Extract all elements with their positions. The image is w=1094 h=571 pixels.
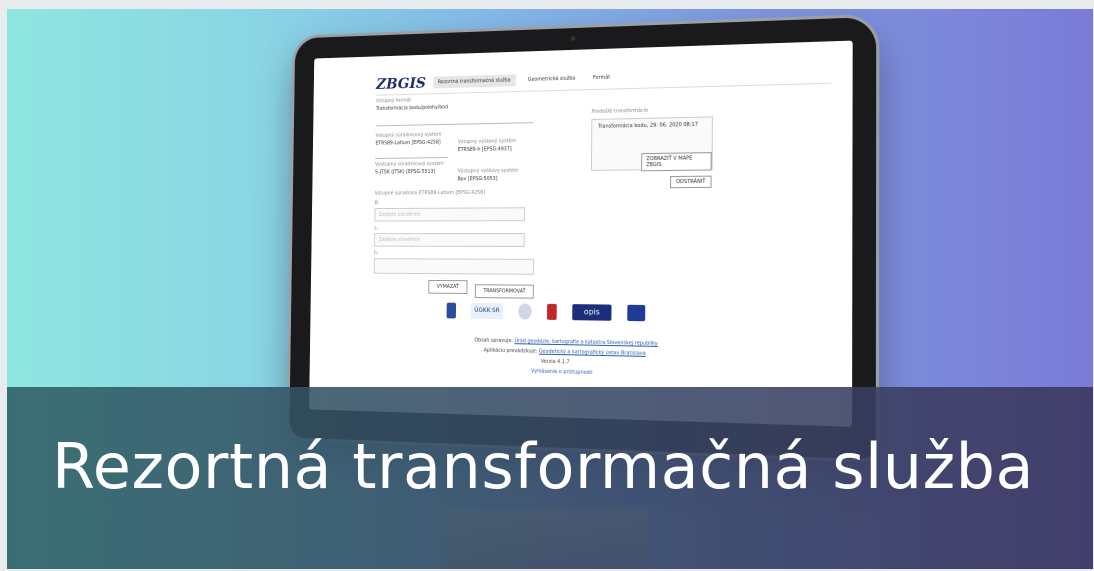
coord-l-input[interactable]: Zadajte súradnice <box>374 233 525 247</box>
type-label: Vstupný formát <box>375 97 412 105</box>
output-system-label: Výstupný súradnicový systém <box>375 160 444 168</box>
type-select[interactable] <box>375 110 534 127</box>
ugkk-link[interactable]: Úrad geodézie, kartografie a katastra Sl… <box>514 338 657 347</box>
monitor-screen: ZBGIS Rezortná transformačná služba Geom… <box>309 40 853 427</box>
coord-l-label: L: <box>374 225 379 232</box>
caption-title: Rezortná transformačná služba <box>52 430 1034 503</box>
coord-b-label: B: <box>374 200 380 207</box>
clear-button[interactable]: VYMAZAŤ <box>428 279 468 294</box>
ministry-logo <box>546 303 557 320</box>
tab-transformation[interactable]: Rezortná transformačná služba <box>433 74 516 89</box>
type-value[interactable]: Transformácia bodu/polohy/bod <box>376 104 448 111</box>
coords-label: Vstupné súradnice ETRS89-Latlum [EPSG:42… <box>374 189 486 197</box>
eu-flag-icon <box>627 304 646 322</box>
coord-b-input[interactable]: Zadajte súradnice <box>374 207 526 222</box>
sk-coat-of-arms-icon <box>446 302 457 319</box>
input-height-label: Vstupný výškový systém <box>457 138 517 146</box>
footer-privacy-link[interactable]: Vyhlásenie o prístupnosti <box>531 368 592 376</box>
partner-logos: ÚGKK SR opis <box>446 302 646 322</box>
result-card: Transformácia bodu, 29. 06. 2020 08:17 Z… <box>590 116 713 172</box>
delete-button[interactable]: ODSTRÁNIŤ <box>670 175 712 189</box>
tab-format[interactable]: Formát <box>588 71 615 84</box>
tab-geometric[interactable]: Geometrická služba <box>523 72 580 85</box>
gku-link[interactable]: Geodetický a kartografický ústav Bratisl… <box>539 349 646 357</box>
result-title: Transformácia bodu, 29. 06. 2020 08:17 <box>598 121 698 130</box>
footer-line-1: Obsah spravuje: Úrad geodézie, kartograf… <box>474 337 658 347</box>
coord-h-input[interactable] <box>373 258 535 275</box>
input-system-label: Vstupný súradnicový systém <box>375 131 442 139</box>
zoom-map-button[interactable]: ZOBRAZIŤ V MAPE ZBGIS <box>641 152 712 172</box>
seal-logo <box>518 303 532 320</box>
output-height-label: Výstupný výškový systém <box>457 167 519 175</box>
zbgis-logo: ZBGIS <box>376 74 426 93</box>
opis-logo: opis <box>572 304 612 321</box>
ugkk-logo: ÚGKK SR <box>470 302 504 320</box>
coord-h-label: h: <box>373 250 379 257</box>
output-height-value[interactable]: Bpv [EPSG:5053] <box>457 176 497 182</box>
app-topbar: ZBGIS Rezortná transformačná služba Geom… <box>376 59 832 96</box>
transform-button[interactable]: TRANSFORMOVAŤ <box>474 284 535 299</box>
input-height-value[interactable]: ETRS89-h [EPSG:4937] <box>458 146 512 153</box>
camera-dot <box>570 35 576 42</box>
footer-line-2: Aplikáciu prevádzkuje: Geodetický a kart… <box>483 347 646 357</box>
output-system-value[interactable]: S-JTSK (JTSK) [EPSG:5513] <box>375 169 435 176</box>
input-system-select[interactable] <box>375 145 449 160</box>
result-label: Predošlé transformácie <box>591 107 649 115</box>
footer-version: Verzia 4.1.7 <box>540 358 570 366</box>
